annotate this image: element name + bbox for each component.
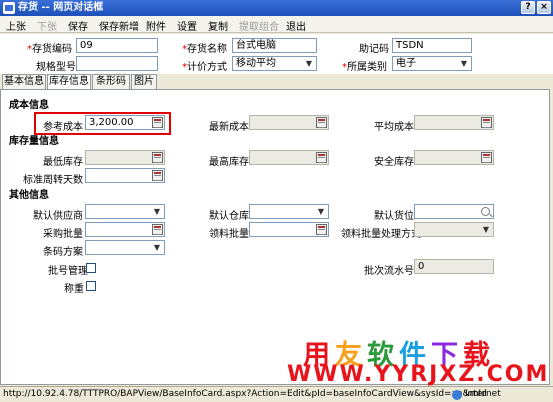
chevron-down-icon: ▼ <box>460 59 468 68</box>
chevron-down-icon: ▼ <box>305 59 313 68</box>
exit-button[interactable]: 退出 <box>286 18 306 33</box>
turnover-days-label: 标准周转天数 <box>23 175 83 186</box>
calculator-icon[interactable] <box>316 224 327 235</box>
max-stock-input <box>249 150 329 165</box>
issue-method-label: 领料批量处理方式 <box>341 229 421 240</box>
location-input[interactable] <box>414 204 494 219</box>
ref-cost-label: 参考成本 <box>43 122 83 133</box>
header-form: *存货编码 09 *存货名称 台式电脑 助记码 TSDN 规格型号 *计价方式 … <box>0 34 553 74</box>
save-button[interactable]: 保存 <box>68 18 88 33</box>
calculator-icon <box>481 152 492 163</box>
serial-input: 0 <box>414 259 494 274</box>
mnemonic-input[interactable]: TSDN <box>392 38 472 53</box>
latest-cost-label: 最新成本 <box>209 122 249 133</box>
tab-bar: 基本信息 库存信息 条形码 图片 <box>0 74 553 90</box>
mnemonic-label: 助记码 <box>359 44 389 55</box>
spec-label: 规格型号 <box>36 62 76 73</box>
safety-stock-label: 安全库存 <box>374 157 414 168</box>
calculator-icon[interactable] <box>152 170 163 181</box>
purchase-batch-input[interactable] <box>85 222 165 237</box>
location-label: 默认货位 <box>374 211 414 222</box>
issue-batch-input[interactable] <box>249 222 329 237</box>
serial-label: 批次流水号 <box>364 266 414 277</box>
internet-zone-icon <box>452 390 462 400</box>
status-bar: http://10.92.4.78/TTTPRO/BAPView/BaseInf… <box>0 386 553 402</box>
batch-mgmt-label: 批号管理 <box>48 266 88 277</box>
close-button[interactable]: × <box>537 1 551 14</box>
tab-barcode[interactable]: 条形码 <box>92 74 130 89</box>
chevron-down-icon: ▼ <box>317 207 325 216</box>
category-select[interactable]: 电子 ▼ <box>392 56 472 71</box>
calculator-icon[interactable] <box>152 224 163 235</box>
category-label: *所属类别 <box>342 62 387 73</box>
warehouse-label: 默认仓库 <box>209 211 249 222</box>
barcode-scheme-select[interactable]: ▼ <box>85 240 165 255</box>
settings-button[interactable]: 设置 <box>177 18 197 33</box>
turnover-days-input[interactable] <box>85 168 165 183</box>
save-new-button[interactable]: 保存新增 <box>99 18 139 33</box>
supplier-label: 默认供应商 <box>33 211 83 222</box>
app-icon <box>3 2 15 14</box>
calculator-icon <box>481 117 492 128</box>
issue-method-select: ▼ <box>414 222 494 237</box>
avg-cost-label: 平均成本 <box>374 122 414 133</box>
name-input[interactable]: 台式电脑 <box>232 38 317 53</box>
code-label: *存货编码 <box>27 44 72 55</box>
code-input[interactable]: 09 <box>76 38 158 53</box>
status-zone: Internet <box>465 389 501 399</box>
tab-image[interactable]: 图片 <box>131 74 157 89</box>
ref-cost-input[interactable]: 3,200.00 <box>85 115 165 130</box>
weigh-label: 称重 <box>64 284 84 295</box>
extract-combo-button: 提取组合 <box>239 22 279 33</box>
calculator-icon <box>316 152 327 163</box>
next-button: 下张 <box>37 22 57 33</box>
help-button[interactable]: ? <box>521 1 535 14</box>
toolbar: 上张 下张 保存 保存新增 附件 设置 复制 提取组合 退出 <box>0 16 553 33</box>
window-title: 存货 -- 网页对话框 <box>18 2 104 13</box>
other-section-title: 其他信息 <box>9 190 49 201</box>
tab-basic[interactable]: 基本信息 <box>2 74 46 89</box>
min-stock-input <box>85 150 165 165</box>
pricing-label: *计价方式 <box>182 62 227 73</box>
search-icon[interactable] <box>481 207 490 216</box>
max-stock-label: 最高库存 <box>209 157 249 168</box>
supplier-select[interactable]: ▼ <box>85 204 165 219</box>
calculator-icon[interactable] <box>152 117 163 128</box>
cost-section-title: 成本信息 <box>9 100 49 111</box>
status-url: http://10.92.4.78/TTTPRO/BAPView/BaseInf… <box>3 389 487 399</box>
barcode-scheme-label: 条码方案 <box>43 247 83 258</box>
avg-cost-input <box>414 115 494 130</box>
watermark-url: WWW.YYRJXZ.COM <box>287 362 550 387</box>
prev-button[interactable]: 上张 <box>6 18 26 33</box>
copy-button[interactable]: 复制 <box>208 18 228 33</box>
safety-stock-input <box>414 150 494 165</box>
name-label: *存货名称 <box>182 44 227 55</box>
warehouse-select[interactable]: ▼ <box>249 204 329 219</box>
latest-cost-input <box>249 115 329 130</box>
calculator-icon <box>152 152 163 163</box>
chevron-down-icon: ▼ <box>153 243 161 252</box>
tab-stock[interactable]: 库存信息 <box>47 74 91 90</box>
purchase-batch-label: 采购批量 <box>43 229 83 240</box>
issue-batch-label: 领料批量 <box>209 229 249 240</box>
title-bar: 存货 -- 网页对话框 ? × <box>0 0 553 16</box>
chevron-down-icon: ▼ <box>482 225 490 234</box>
attachment-button[interactable]: 附件 <box>146 18 166 33</box>
pricing-select[interactable]: 移动平均 ▼ <box>232 56 317 71</box>
spec-input[interactable] <box>76 56 158 71</box>
calculator-icon <box>316 117 327 128</box>
chevron-down-icon: ▼ <box>153 207 161 216</box>
weigh-checkbox[interactable] <box>86 281 96 291</box>
batch-mgmt-checkbox[interactable] <box>86 263 96 273</box>
min-stock-label: 最低库存 <box>43 157 83 168</box>
stock-section-title: 库存量信息 <box>9 136 59 147</box>
